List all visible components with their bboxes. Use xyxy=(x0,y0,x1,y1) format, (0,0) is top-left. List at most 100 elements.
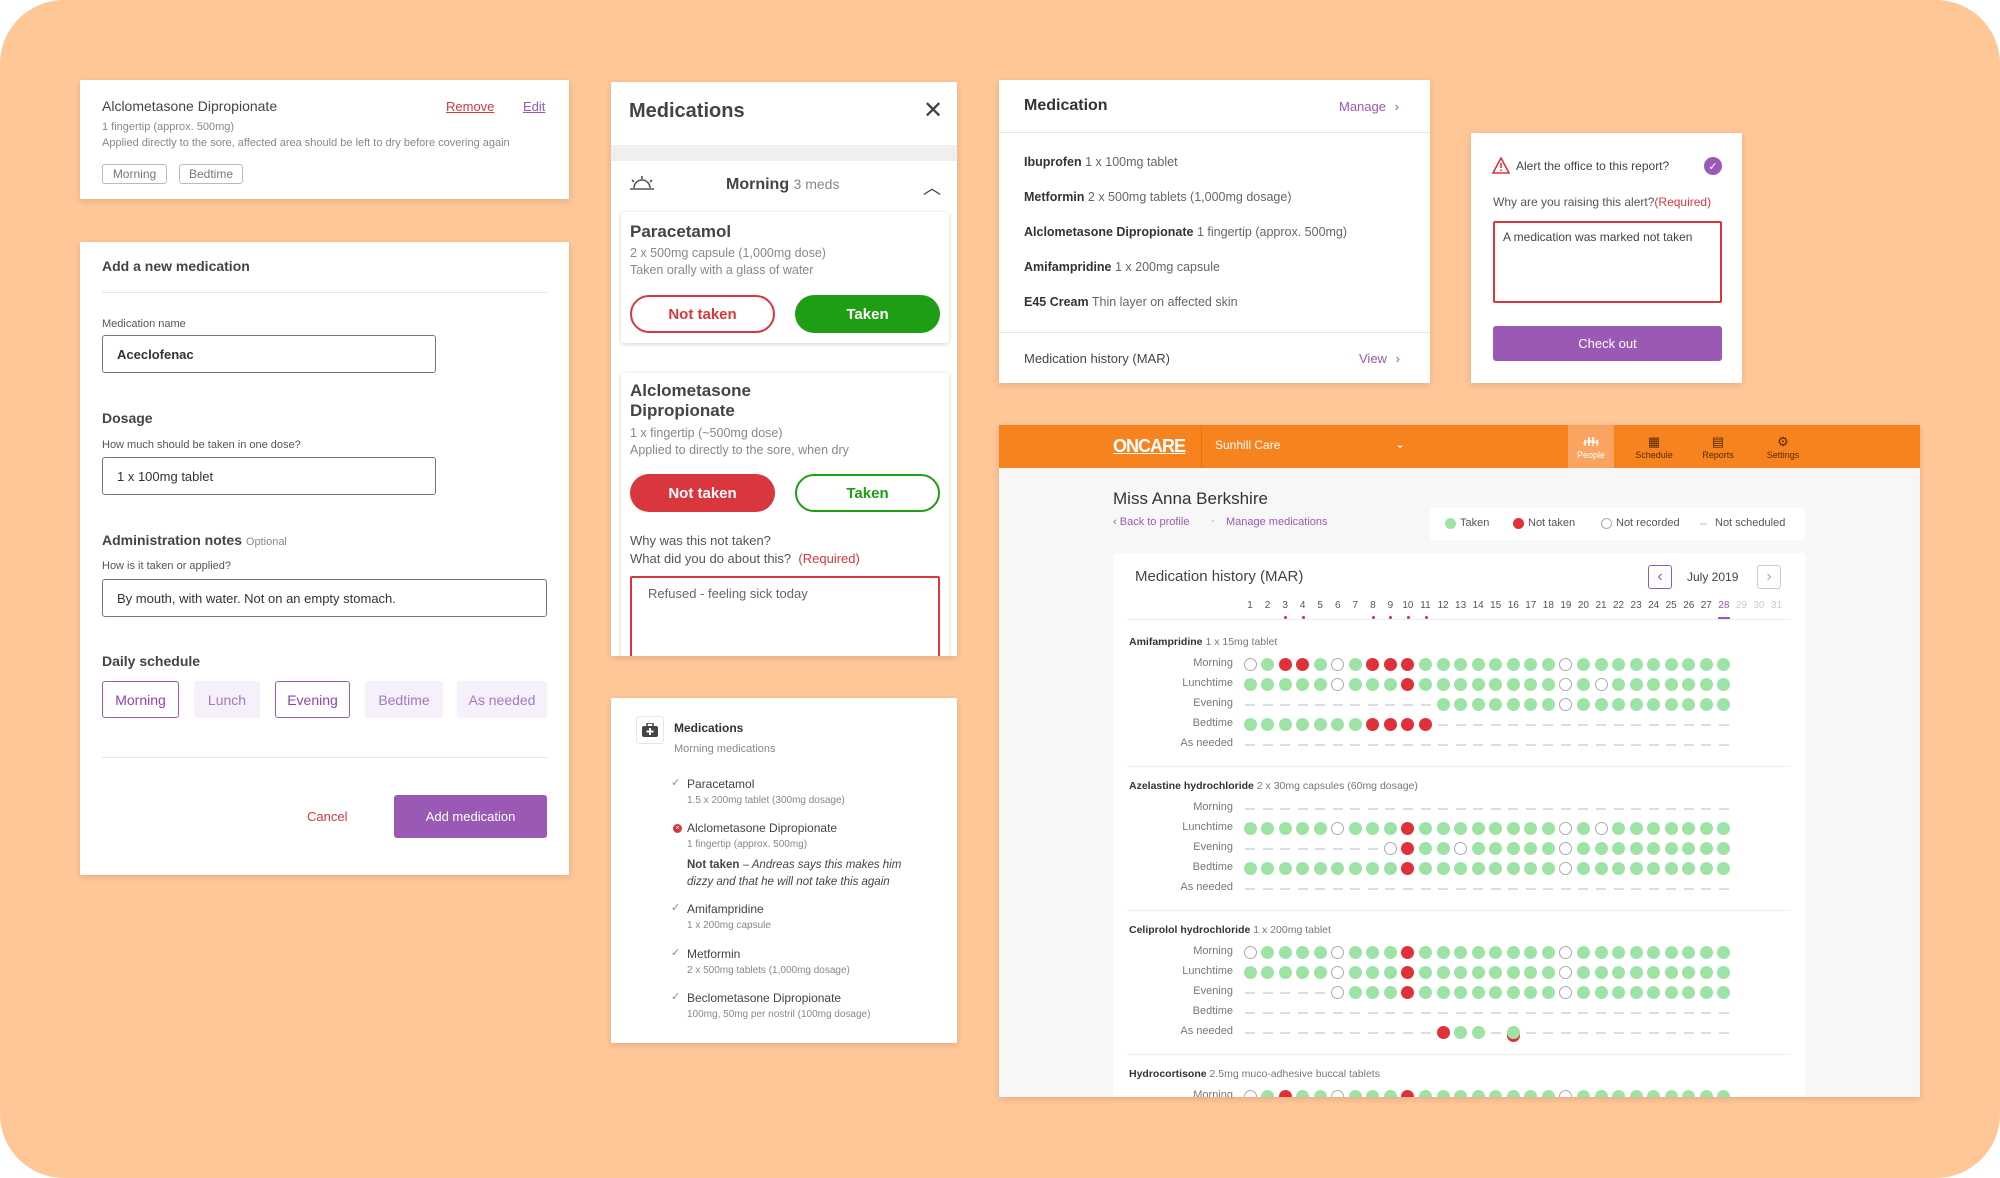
taken-dot[interactable] xyxy=(1541,822,1555,835)
back-to-profile-link[interactable]: ‹ Back to profile xyxy=(1113,516,1189,528)
taken-dot[interactable] xyxy=(1278,862,1292,875)
not-recorded-dot[interactable] xyxy=(1331,658,1345,671)
taken-dot[interactable] xyxy=(1471,698,1485,711)
taken-dot[interactable] xyxy=(1664,698,1678,711)
taken-dot[interactable] xyxy=(1647,658,1661,671)
taken-dot[interactable] xyxy=(1419,1090,1432,1097)
taken-dot[interactable] xyxy=(1541,678,1555,691)
taken-dot[interactable] xyxy=(1313,862,1327,875)
taken-dot[interactable] xyxy=(1629,842,1643,855)
alert-reason-textarea[interactable]: A medication was marked not taken xyxy=(1493,221,1722,303)
taken-dot[interactable] xyxy=(1436,842,1450,855)
taken-dot[interactable] xyxy=(1471,862,1485,875)
taken-dot[interactable] xyxy=(1524,678,1538,691)
taken-dot[interactable] xyxy=(1594,966,1608,979)
taken-dot[interactable] xyxy=(1383,946,1397,959)
taken-dot[interactable] xyxy=(1436,658,1450,671)
not-recorded-dot[interactable] xyxy=(1331,1090,1345,1097)
taken-dot[interactable] xyxy=(1436,678,1450,691)
taken-dot[interactable] xyxy=(1541,966,1555,979)
taken-dot[interactable] xyxy=(1664,1090,1678,1097)
taken-dot[interactable] xyxy=(1594,946,1608,959)
taken-dot[interactable] xyxy=(1541,946,1555,959)
multiple-dose-dot[interactable] xyxy=(1506,1026,1520,1039)
taken-dot[interactable] xyxy=(1296,946,1310,959)
not-recorded-dot[interactable] xyxy=(1559,842,1573,855)
taken-dot[interactable] xyxy=(1454,986,1468,999)
taken-dot[interactable] xyxy=(1506,822,1520,835)
taken-dot[interactable] xyxy=(1436,822,1450,835)
taken-dot[interactable] xyxy=(1612,658,1626,671)
taken-dot[interactable] xyxy=(1647,966,1661,979)
manage-medications-link[interactable]: Manage medications xyxy=(1226,516,1328,528)
taken-dot[interactable] xyxy=(1629,966,1643,979)
taken-dot[interactable] xyxy=(1489,822,1503,835)
taken-dot[interactable] xyxy=(1612,986,1626,999)
taken-dot[interactable] xyxy=(1366,966,1380,979)
taken-dot[interactable] xyxy=(1664,966,1678,979)
taken-dot[interactable] xyxy=(1647,1090,1661,1097)
taken-dot[interactable] xyxy=(1454,678,1468,691)
taken-dot[interactable] xyxy=(1419,678,1432,691)
not-recorded-dot[interactable] xyxy=(1594,822,1608,835)
taken-dot[interactable] xyxy=(1383,822,1397,835)
not-recorded-dot[interactable] xyxy=(1243,1090,1257,1097)
edit-link[interactable]: Edit xyxy=(523,99,545,114)
taken-dot[interactable] xyxy=(1471,1026,1485,1039)
taken-dot[interactable] xyxy=(1647,946,1661,959)
taken-dot[interactable] xyxy=(1682,822,1696,835)
taken-dot[interactable] xyxy=(1506,966,1520,979)
taken-dot[interactable] xyxy=(1647,822,1661,835)
not-taken-dot[interactable] xyxy=(1296,658,1310,671)
taken-dot[interactable] xyxy=(1348,946,1362,959)
taken-dot[interactable] xyxy=(1576,698,1590,711)
taken-dot[interactable] xyxy=(1506,986,1520,999)
not-recorded-dot[interactable] xyxy=(1594,678,1608,691)
taken-dot[interactable] xyxy=(1717,1090,1731,1097)
taken-dot[interactable] xyxy=(1296,822,1310,835)
taken-dot[interactable] xyxy=(1313,966,1327,979)
taken-dot[interactable] xyxy=(1313,1090,1327,1097)
taken-dot[interactable] xyxy=(1524,862,1538,875)
taken-dot[interactable] xyxy=(1664,822,1678,835)
not-taken-dot[interactable] xyxy=(1419,718,1432,731)
taken-dot[interactable] xyxy=(1524,946,1538,959)
taken-dot[interactable] xyxy=(1629,862,1643,875)
taken-dot[interactable] xyxy=(1313,822,1327,835)
taken-dot[interactable] xyxy=(1682,966,1696,979)
taken-dot[interactable] xyxy=(1313,678,1327,691)
taken-dot[interactable] xyxy=(1506,862,1520,875)
taken-dot[interactable] xyxy=(1612,842,1626,855)
not-taken-dot[interactable] xyxy=(1401,718,1415,731)
taken-dot[interactable] xyxy=(1261,946,1275,959)
not-recorded-dot[interactable] xyxy=(1559,986,1573,999)
taken-dot[interactable] xyxy=(1682,658,1696,671)
taken-dot[interactable] xyxy=(1664,862,1678,875)
taken-dot[interactable] xyxy=(1383,1090,1397,1097)
taken-dot[interactable] xyxy=(1594,842,1608,855)
taken-dot[interactable] xyxy=(1717,986,1731,999)
taken-dot[interactable] xyxy=(1489,1090,1503,1097)
taken-dot[interactable] xyxy=(1612,862,1626,875)
taken-dot[interactable] xyxy=(1243,862,1257,875)
taken-dot[interactable] xyxy=(1612,966,1626,979)
taken-dot[interactable] xyxy=(1471,966,1485,979)
taken-dot[interactable] xyxy=(1348,718,1362,731)
taken-dot[interactable] xyxy=(1541,698,1555,711)
taken-dot[interactable] xyxy=(1471,986,1485,999)
add-medication-button[interactable]: Add medication xyxy=(394,795,547,838)
not-taken-dot[interactable] xyxy=(1383,718,1397,731)
manage-link[interactable]: Manage › xyxy=(1339,99,1399,114)
taken-dot[interactable] xyxy=(1664,658,1678,671)
taken-dot[interactable] xyxy=(1489,986,1503,999)
taken-dot[interactable] xyxy=(1699,986,1713,999)
chevron-up-icon[interactable]: ︿ xyxy=(923,174,941,200)
taken-button[interactable]: Taken xyxy=(795,295,940,333)
taken-dot[interactable] xyxy=(1682,1090,1696,1097)
taken-dot[interactable] xyxy=(1419,822,1432,835)
taken-dot[interactable] xyxy=(1348,678,1362,691)
taken-dot[interactable] xyxy=(1296,1090,1310,1097)
taken-dot[interactable] xyxy=(1699,966,1713,979)
check-out-button[interactable]: Check out xyxy=(1493,326,1722,361)
taken-dot[interactable] xyxy=(1419,658,1432,671)
